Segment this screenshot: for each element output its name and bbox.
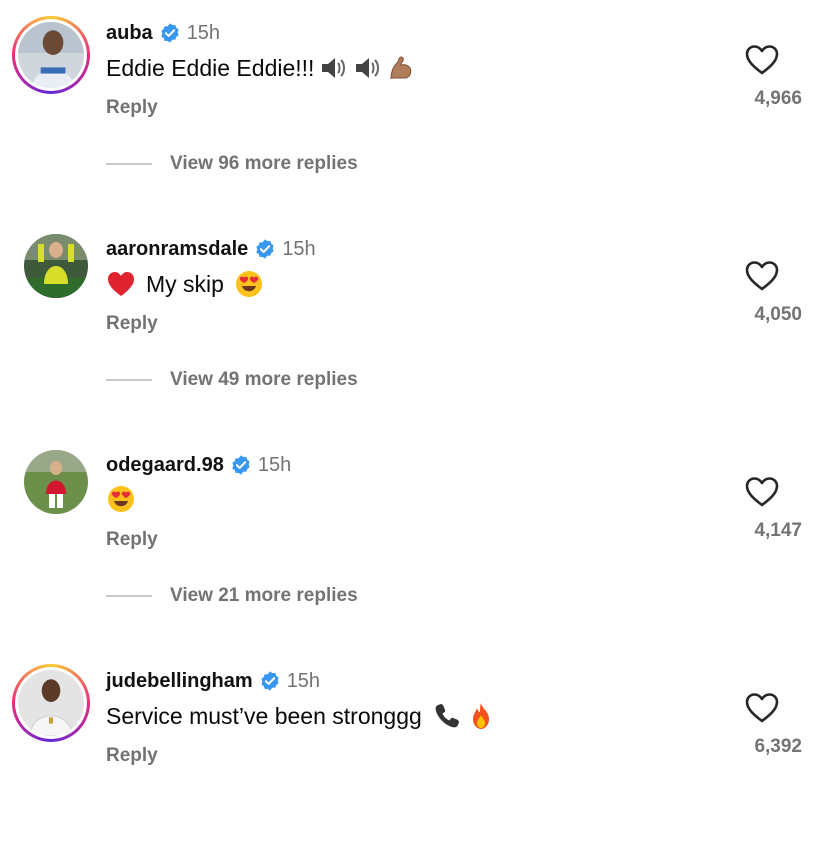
like-heart-icon[interactable] <box>744 44 780 76</box>
comment-text-body: Service must’ve been stronggg <box>106 703 422 729</box>
username-link[interactable]: auba <box>106 20 153 46</box>
comment-meta: odegaard.98 15h <box>106 452 291 478</box>
view-replies-label: View 96 more replies <box>170 153 358 174</box>
speaker-icon <box>318 53 348 83</box>
comment-meta: aaronramsdale 15h <box>106 236 316 262</box>
avatar-image <box>24 450 88 514</box>
verified-badge-icon <box>254 238 276 260</box>
view-replies-button[interactable]: View 96 more replies <box>106 152 358 176</box>
username-link[interactable]: odegaard.98 <box>106 452 224 478</box>
comment-item: odegaard.98 15h Reply View 21 more repli… <box>0 432 828 648</box>
reply-button[interactable]: Reply <box>106 528 158 552</box>
avatar[interactable] <box>24 450 88 514</box>
like-section: 4,050 <box>722 260 802 326</box>
heart-eyes-icon <box>106 484 136 514</box>
speaker-icon <box>352 53 382 83</box>
comment-meta: judebellingham 15h <box>106 668 320 694</box>
avatar <box>18 670 84 736</box>
comment-item: judebellingham 15h Service must’ve been … <box>0 648 828 864</box>
reply-button[interactable]: Reply <box>106 744 158 768</box>
comment-meta: auba 15h <box>106 20 220 46</box>
verified-badge-icon <box>230 454 252 476</box>
comment-text: Eddie Eddie Eddie!!! <box>106 52 416 84</box>
divider-line <box>106 595 152 597</box>
telephone-receiver-icon <box>432 701 462 731</box>
timestamp: 15h <box>257 454 292 476</box>
username-link[interactable]: judebellingham <box>106 668 253 694</box>
like-count: 4,147 <box>754 520 802 541</box>
comment-text: Service must’ve been stronggg <box>106 700 496 732</box>
avatar-story-ring[interactable] <box>12 664 90 742</box>
comment-text: My skip <box>106 268 264 300</box>
reply-button[interactable]: Reply <box>106 96 158 120</box>
like-count: 4,050 <box>754 304 802 325</box>
like-heart-icon[interactable] <box>744 476 780 508</box>
heart-eyes-icon <box>234 269 264 299</box>
view-replies-button[interactable]: View 49 more replies <box>106 368 358 392</box>
divider-line <box>106 163 152 165</box>
reply-button[interactable]: Reply <box>106 312 158 336</box>
comment-text <box>106 484 136 514</box>
comment-item: aaronramsdale 15h My skip Reply View 49 … <box>0 216 828 432</box>
fire-icon <box>466 701 496 731</box>
comment-text-body: My skip <box>146 271 224 297</box>
avatar-story-ring[interactable] <box>12 16 90 94</box>
avatar-image <box>24 234 88 298</box>
timestamp: 15h <box>286 670 321 692</box>
divider-line <box>106 379 152 381</box>
verified-badge-icon <box>159 22 181 44</box>
comment-text-body: Eddie Eddie Eddie!!! <box>106 55 315 81</box>
like-heart-icon[interactable] <box>744 692 780 724</box>
verified-badge-icon <box>259 670 281 692</box>
view-replies-button[interactable]: View 21 more replies <box>106 584 358 608</box>
like-section: 4,147 <box>722 476 802 542</box>
like-count: 6,392 <box>754 736 802 757</box>
timestamp: 15h <box>186 22 221 44</box>
view-replies-label: View 49 more replies <box>170 369 358 390</box>
like-section: 6,392 <box>722 692 802 758</box>
comment-item: auba 15h Eddie Eddie Eddie!!! Reply View… <box>0 0 828 216</box>
like-heart-icon[interactable] <box>744 260 780 292</box>
avatar <box>18 22 84 88</box>
username-link[interactable]: aaronramsdale <box>106 236 248 262</box>
flexed-biceps-icon <box>386 53 416 83</box>
like-section: 4,966 <box>722 44 802 110</box>
timestamp: 15h <box>282 238 316 260</box>
view-replies-label: View 21 more replies <box>170 585 358 606</box>
like-count: 4,966 <box>754 88 802 109</box>
red-heart-icon <box>106 269 136 299</box>
avatar[interactable] <box>24 234 88 298</box>
